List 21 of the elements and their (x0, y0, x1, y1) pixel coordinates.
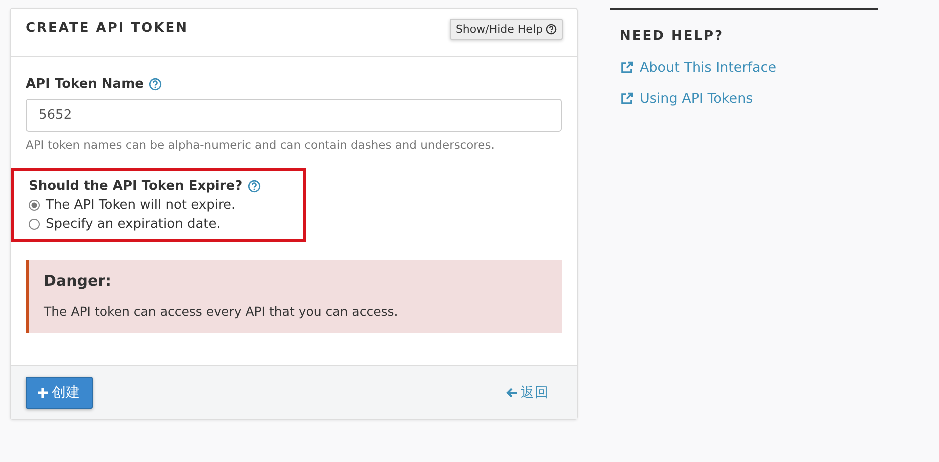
help-icon[interactable] (248, 180, 261, 193)
create-button[interactable]: 创建 (26, 377, 93, 409)
help-title: NEED HELP? (620, 29, 726, 44)
token-name-field[interactable]: 5652 (26, 99, 562, 132)
arrow-left-icon (506, 387, 518, 399)
help-icon (546, 24, 557, 35)
external-link-icon (620, 61, 634, 75)
external-link-icon (620, 92, 634, 106)
field-hint: API token names can be alpha-numeric and can contain dashes and underscores. (26, 138, 496, 152)
radio-label[interactable]: Specify an expiration date. (46, 217, 221, 232)
alert-text: The API token can access every API that you can access. (44, 304, 400, 319)
help-icon[interactable] (148, 78, 162, 91)
alert-title: Danger: (44, 272, 113, 290)
panel-title: CREATE API TOKEN (26, 21, 188, 36)
plus-icon (37, 387, 49, 399)
show-hide-help-button[interactable]: Show/Hide Help (450, 19, 563, 40)
radio-button[interactable] (29, 200, 40, 211)
radio-label[interactable]: The API Token will not expire. (46, 198, 236, 213)
field-label: Should the API Token Expire? (29, 179, 243, 194)
radio-button[interactable] (29, 219, 40, 230)
field-label: API Token Name (26, 77, 144, 92)
